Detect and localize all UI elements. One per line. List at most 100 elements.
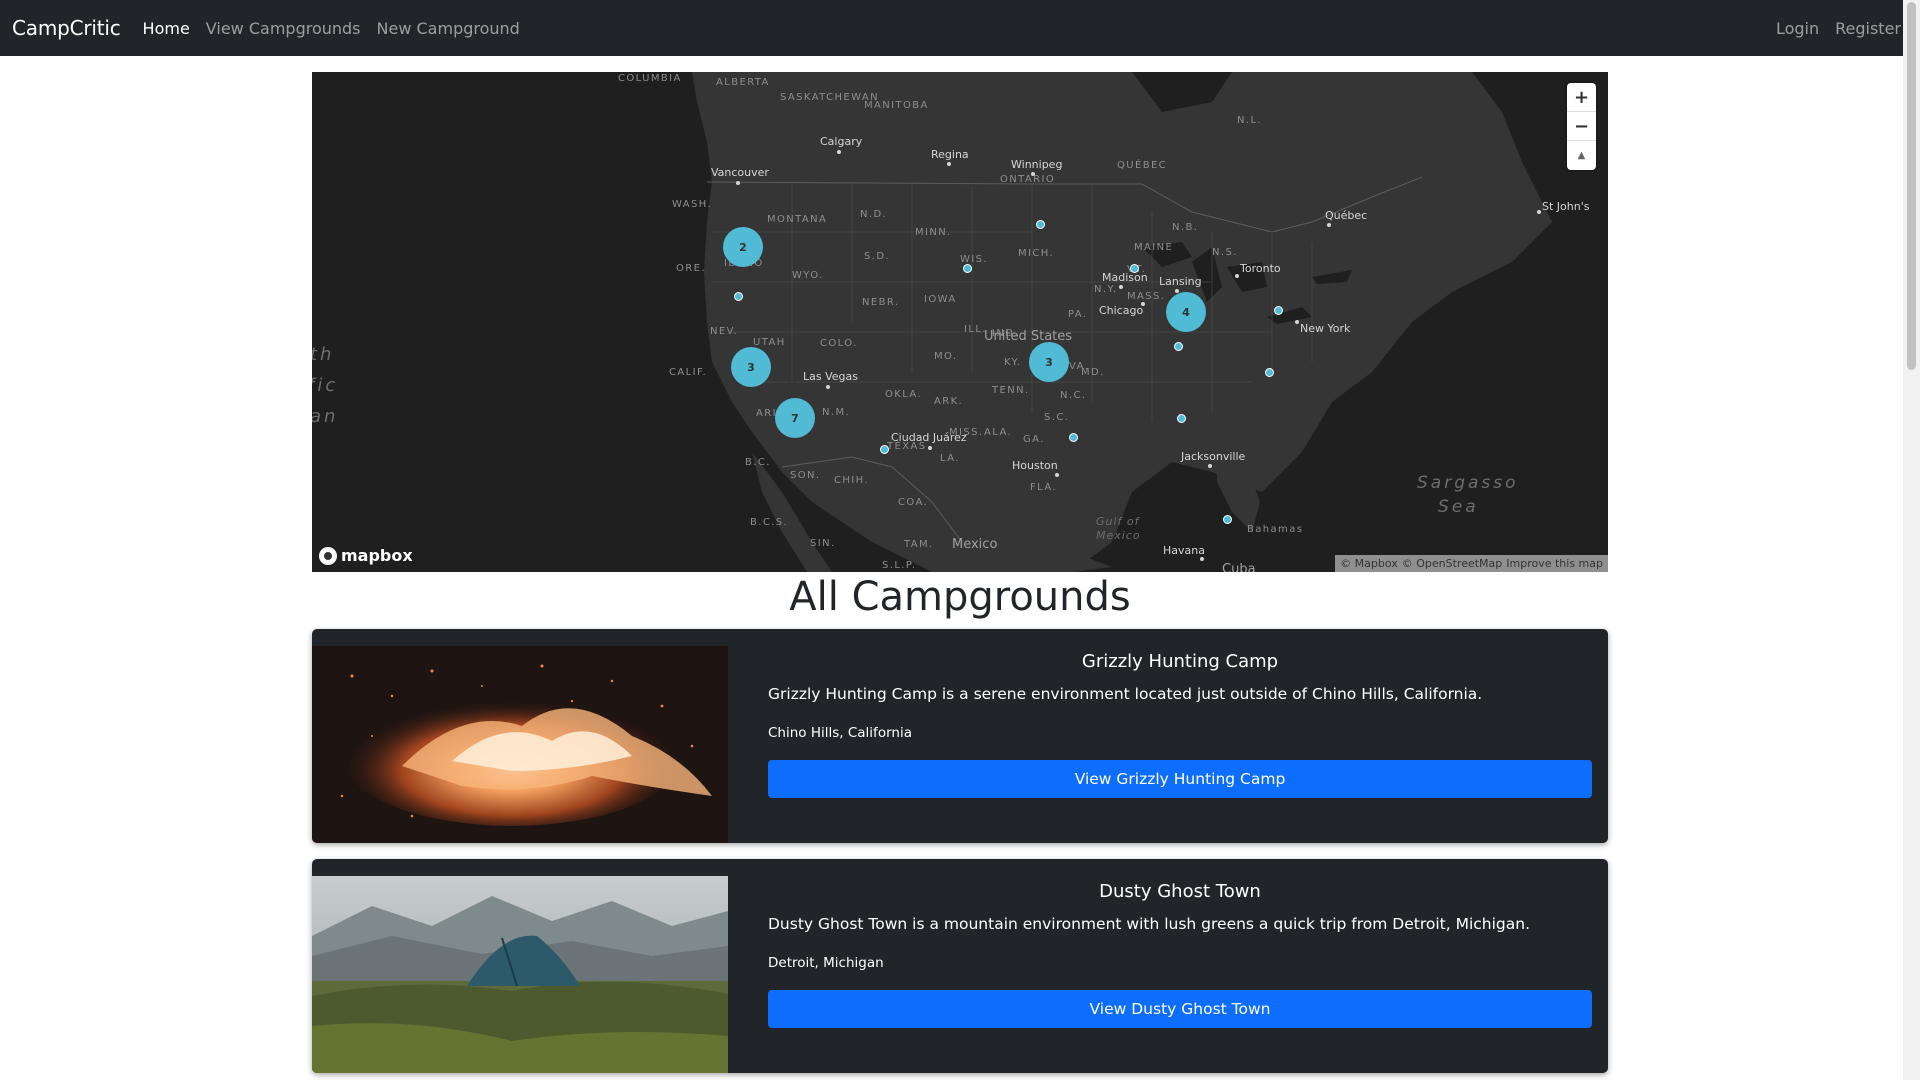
map-label: N.M. xyxy=(822,407,851,418)
cluster-marker[interactable]: 4 xyxy=(1166,292,1206,332)
map-label: MONTANA xyxy=(767,214,828,225)
scrollbar-thumb[interactable] xyxy=(1907,2,1916,370)
city-label: Calgary xyxy=(820,135,863,148)
map-label: N.D. xyxy=(860,209,888,220)
auth-links: Login Register xyxy=(1760,19,1901,38)
nav-link-view-campgrounds[interactable]: View Campgrounds xyxy=(206,19,361,38)
map-label: N.Y. xyxy=(1094,284,1118,295)
city-dot xyxy=(1537,210,1541,214)
city-dot xyxy=(1119,285,1123,289)
map-label: N.B. xyxy=(1172,222,1199,233)
campground-pin[interactable] xyxy=(1177,414,1186,423)
campground-pin[interactable] xyxy=(1130,264,1139,273)
compass-button[interactable]: ▲ xyxy=(1567,141,1596,170)
map-label: NEV. xyxy=(710,326,739,337)
card-location: Detroit, Michigan xyxy=(768,955,884,971)
city-dot xyxy=(1327,223,1331,227)
cluster-marker[interactable]: 7 xyxy=(775,398,815,438)
card-description: Grizzly Hunting Camp is a serene environ… xyxy=(768,685,1483,703)
map-label: WIS. xyxy=(960,254,988,265)
campground-pin[interactable] xyxy=(880,445,889,454)
campground-pin[interactable] xyxy=(1069,433,1078,442)
city-label: Québec xyxy=(1325,209,1368,222)
campground-pin[interactable] xyxy=(1265,368,1274,377)
city-dot xyxy=(837,150,841,154)
cluster-marker[interactable]: 3 xyxy=(1029,342,1069,382)
map-label: COLO. xyxy=(820,338,858,349)
city-dot xyxy=(947,162,951,166)
map-label: N.L. xyxy=(1237,115,1263,126)
campground-pin[interactable] xyxy=(1174,342,1183,351)
map-label: WASH. xyxy=(672,199,713,210)
city-label: Chicago xyxy=(1099,304,1144,317)
map-label: OKLA. xyxy=(885,389,923,400)
cluster-map[interactable]: COLUMBIA ALBERTA SASKATCHEWAN MANITOBA O… xyxy=(312,72,1608,572)
mapbox-logo-icon xyxy=(319,546,337,565)
page-title: All Campgrounds xyxy=(789,574,1131,620)
nav-link-home[interactable]: Home xyxy=(143,19,190,38)
map-label: MO. xyxy=(934,351,958,362)
improve-map-link[interactable]: Improve this map xyxy=(1506,557,1603,570)
city-dot xyxy=(826,385,830,389)
nav-link-new-campground[interactable]: New Campground xyxy=(377,19,520,38)
zoom-out-button[interactable]: − xyxy=(1567,112,1596,141)
campground-pin[interactable] xyxy=(963,264,972,273)
campground-pin[interactable] xyxy=(734,292,743,301)
map-label: CALIF. xyxy=(669,367,708,378)
city-dot xyxy=(1200,557,1204,561)
map-label: MICH. xyxy=(1018,248,1055,259)
map-label: COLUMBIA xyxy=(618,73,682,84)
city-dot xyxy=(1208,464,1212,468)
map-label: LA. xyxy=(940,453,960,464)
navbar: CampCritic Home View Campgrounds New Cam… xyxy=(0,0,1920,56)
map-label: GA. xyxy=(1023,434,1045,445)
map-basemap xyxy=(312,72,1608,572)
map-label: ONTARIO xyxy=(1000,174,1056,185)
map-label: IOWA xyxy=(924,294,957,305)
attribution-osm-link[interactable]: © OpenStreetMap xyxy=(1402,557,1503,570)
zoom-in-button[interactable]: + xyxy=(1567,83,1596,112)
map-label: WYO. xyxy=(792,270,824,281)
cluster-marker[interactable]: 3 xyxy=(731,347,771,387)
city-dot xyxy=(928,446,932,450)
campground-pin[interactable] xyxy=(1036,220,1045,229)
city-dot xyxy=(1235,274,1239,278)
city-label: Las Vegas xyxy=(803,370,858,383)
cluster-marker[interactable]: 2 xyxy=(723,227,763,267)
campground-card: Grizzly Hunting Camp Grizzly Hunting Cam… xyxy=(312,629,1608,843)
campground-pin[interactable] xyxy=(1223,515,1232,524)
nav-link-login[interactable]: Login xyxy=(1776,19,1819,38)
map-label: COA. xyxy=(898,497,929,508)
city-label: Winnipeg xyxy=(1011,158,1063,171)
nav-link-register[interactable]: Register xyxy=(1835,19,1901,38)
map-label: Bahamas xyxy=(1247,524,1304,535)
water-label: Sargasso xyxy=(1417,473,1519,493)
map-label: B.C.S. xyxy=(750,517,789,528)
card-title: Grizzly Hunting Camp xyxy=(1081,651,1279,672)
city-label: Madison xyxy=(1102,271,1148,284)
city-label: St John's xyxy=(1542,200,1590,213)
mapbox-logo[interactable]: mapbox xyxy=(319,546,413,565)
card-description: Dusty Ghost Town is a mountain environme… xyxy=(768,915,1530,933)
map-label: QUÉBEC xyxy=(1117,160,1168,171)
map-label: MINN. xyxy=(915,227,952,238)
campground-pin[interactable] xyxy=(1274,306,1283,315)
map-label: KY. xyxy=(1004,357,1022,368)
attribution-mapbox-link[interactable]: © Mapbox xyxy=(1340,557,1398,570)
map-attribution: © Mapbox © OpenStreetMap Improve this ma… xyxy=(1335,555,1608,572)
map-label: MAINE xyxy=(1134,242,1174,253)
brand-link[interactable]: CampCritic xyxy=(12,16,121,40)
view-campground-button[interactable]: View Dusty Ghost Town xyxy=(768,990,1592,1028)
card-body: Grizzly Hunting Camp Grizzly Hunting Cam… xyxy=(768,629,1592,843)
country-label: Mexico xyxy=(952,537,998,552)
map-label: ARK. xyxy=(934,396,964,407)
city-label: Regina xyxy=(931,148,969,161)
campground-image xyxy=(312,646,728,843)
map-label: ORE. xyxy=(676,263,706,274)
page-scrollbar[interactable] xyxy=(1903,0,1920,1080)
city-label: Vancouver xyxy=(711,166,769,179)
map-label: TENN. xyxy=(992,385,1030,396)
country-label: United States xyxy=(984,329,1073,344)
campground-image xyxy=(312,876,728,1073)
view-campground-button[interactable]: View Grizzly Hunting Camp xyxy=(768,760,1592,798)
